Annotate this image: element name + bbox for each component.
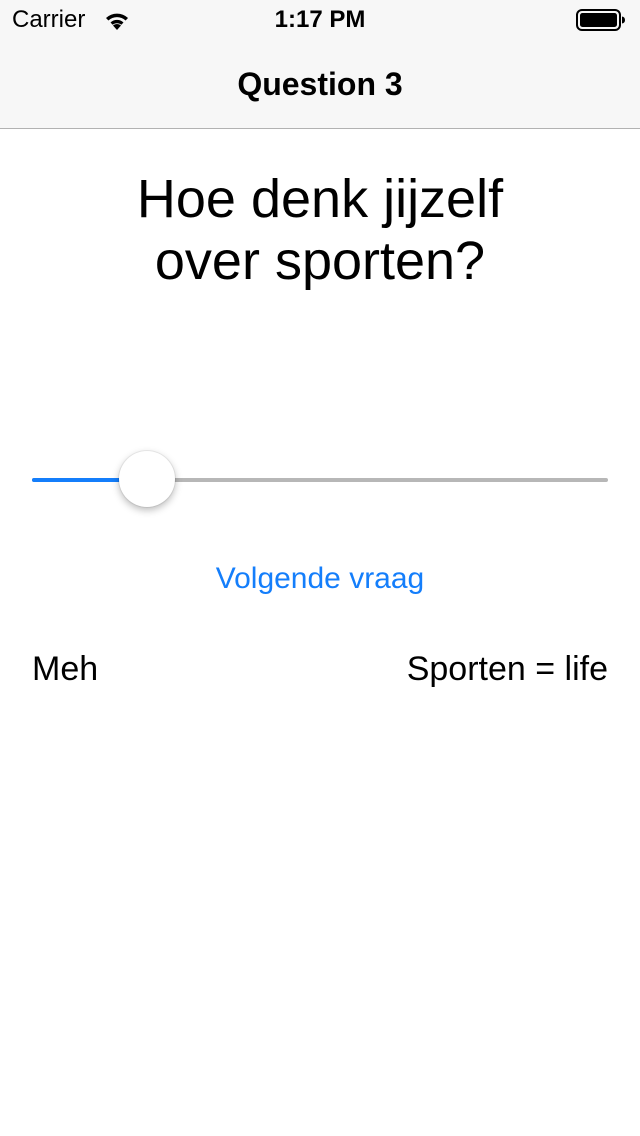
status-bar: Carrier 1:17 PM bbox=[0, 0, 640, 40]
question-text: Hoe denk jijzelf over sporten? bbox=[0, 168, 640, 292]
scale-max-label: Sporten = life bbox=[406, 650, 608, 688]
slider-thumb[interactable] bbox=[119, 451, 175, 507]
rating-slider[interactable] bbox=[32, 446, 608, 512]
question-line-2: over sporten? bbox=[154, 231, 486, 291]
nav-title: Question 3 bbox=[237, 66, 403, 102]
scale-min-label: Meh bbox=[32, 650, 99, 688]
battery-icon bbox=[576, 8, 626, 32]
status-time: 1:17 PM bbox=[274, 6, 366, 33]
top-bar: Carrier 1:17 PM Question 3 bbox=[0, 0, 640, 129]
question-line-1: Hoe denk jijzelf bbox=[136, 169, 504, 229]
screen: Carrier 1:17 PM Question 3 Hoe denk jijz… bbox=[0, 0, 640, 1136]
next-question-button[interactable]: Volgende vraag bbox=[0, 560, 640, 598]
navigation-bar: Question 3 bbox=[0, 40, 640, 128]
